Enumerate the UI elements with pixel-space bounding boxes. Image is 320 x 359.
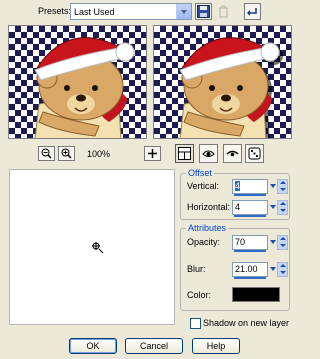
horizontal-stepper[interactable]: 4 [232, 199, 288, 217]
offset-navigator[interactable] [9, 169, 175, 325]
help-button[interactable]: Help [192, 338, 240, 354]
horizontal-input[interactable]: 4 [232, 199, 268, 217]
blur-spin-buttons[interactable] [277, 261, 288, 277]
offset-crosshair-icon[interactable] [92, 242, 104, 254]
shadow-new-layer-label: Shadow on new layer [203, 318, 290, 328]
blur-label: Blur: [187, 264, 206, 274]
shadow-new-layer-checkbox[interactable] [190, 318, 201, 329]
eye-icon [202, 150, 215, 157]
proof-button[interactable] [223, 144, 242, 163]
result-preview [153, 25, 292, 139]
auto-proof-button[interactable] [199, 144, 218, 163]
original-preview [8, 25, 147, 139]
opacity-input[interactable]: 70 [232, 234, 268, 252]
vertical-stepper[interactable]: 4 [232, 178, 288, 196]
horizontal-spin-buttons[interactable] [277, 199, 288, 215]
eye-outline-icon [226, 150, 239, 157]
shadow-color-swatch[interactable] [232, 287, 280, 302]
chevron-down-icon[interactable] [268, 235, 277, 250]
chevron-down-icon[interactable] [268, 200, 277, 215]
preview-panes-icon [178, 147, 191, 160]
vertical-spin-buttons[interactable] [277, 178, 288, 194]
chevron-down-icon[interactable] [268, 179, 277, 194]
vertical-label: Vertical: [187, 181, 220, 191]
offset-group-title: Offset [186, 168, 214, 178]
color-label: Color: [187, 290, 212, 300]
ok-button[interactable]: OK [69, 338, 117, 354]
opacity-spin-buttons[interactable] [277, 234, 288, 250]
horizontal-label: Horizontal: [187, 202, 231, 212]
presets-selected-value: Last Used [74, 6, 115, 17]
zoom-in-button[interactable] [58, 146, 75, 161]
zoom-in-icon [61, 148, 72, 159]
randomize-button[interactable] [245, 144, 264, 163]
crosshair-icon [148, 149, 157, 158]
blur-stepper[interactable]: 21.00 [232, 261, 288, 279]
presets-label: Presets: [38, 6, 72, 16]
floppy-disk-icon [197, 5, 210, 18]
opacity-label: Opacity: [187, 237, 221, 247]
cancel-button[interactable]: Cancel [125, 338, 183, 354]
toggle-preview-button[interactable] [175, 144, 194, 163]
chevron-down-icon[interactable] [268, 262, 277, 277]
pan-button[interactable] [144, 146, 161, 161]
undo-arrow-icon [247, 8, 257, 16]
offset-group: Offset Vertical: 4 Horizontal: 4 [180, 168, 290, 220]
reset-button[interactable] [244, 3, 261, 20]
blur-input[interactable]: 21.00 [232, 261, 268, 279]
opacity-stepper[interactable]: 70 [232, 234, 288, 252]
attributes-group: Attributes Opacity: 70 Blur: 21.00 Color… [180, 223, 290, 311]
presets-dropdown[interactable]: Last Used [70, 3, 192, 20]
attributes-group-title: Attributes [186, 223, 229, 233]
chevron-down-icon[interactable] [176, 4, 191, 19]
zoom-out-icon [41, 148, 52, 159]
dice-icon [248, 147, 261, 160]
zoom-out-button[interactable] [38, 146, 55, 161]
delete-preset-button[interactable] [215, 3, 232, 20]
trash-icon [219, 5, 228, 18]
save-preset-button[interactable] [195, 3, 212, 20]
teddy-bear-image [34, 37, 135, 138]
vertical-input[interactable]: 4 [232, 178, 268, 196]
teddy-bear-shadow-image [179, 37, 283, 138]
zoom-level: 100% [87, 149, 111, 159]
